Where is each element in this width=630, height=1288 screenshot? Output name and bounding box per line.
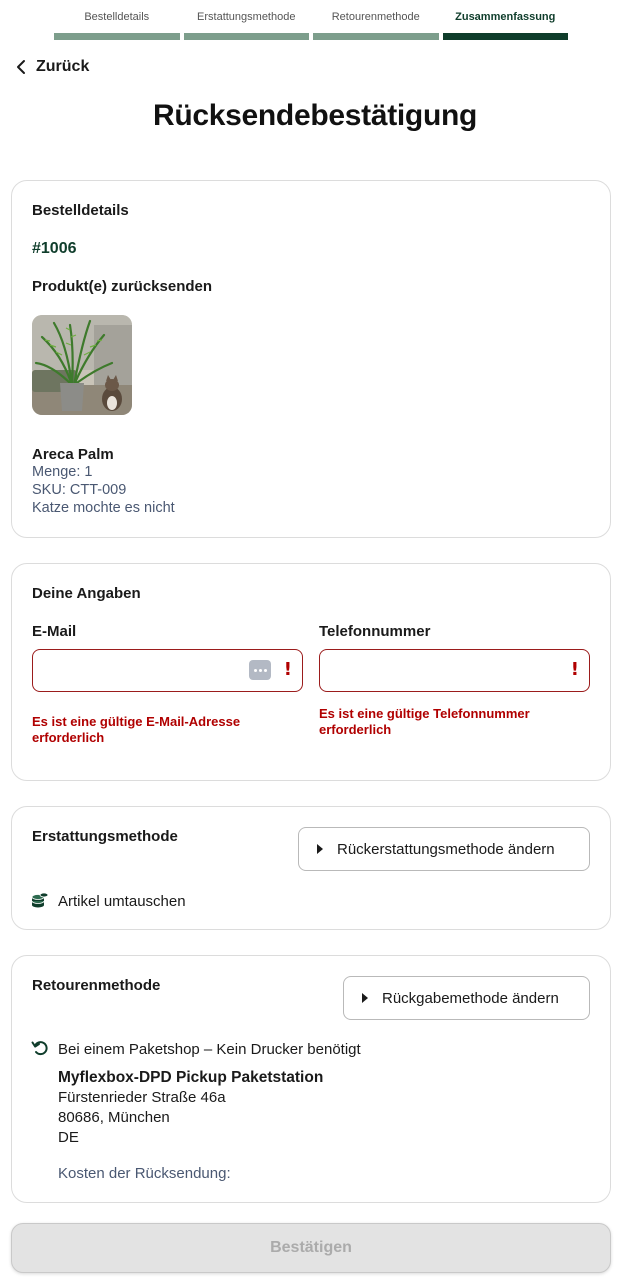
step-label: Erstattungsmethode xyxy=(197,11,296,23)
step-label: Bestelldetails xyxy=(84,11,150,23)
pickup-location-name: Myflexbox-DPD Pickup Paketstation xyxy=(58,1069,324,1086)
step-erstattungsmethode: Erstattungsmethode xyxy=(183,0,309,40)
products-title: Produkt(e) zurücksenden xyxy=(32,278,213,295)
back-button[interactable]: Zurück xyxy=(14,58,89,76)
pickup-country: DE xyxy=(58,1129,79,1146)
info-section-title: Deine Angaben xyxy=(32,585,141,602)
phone-field[interactable] xyxy=(332,660,494,677)
product-image xyxy=(32,315,132,415)
change-return-method-label: Rückgabemethode ändern xyxy=(382,989,559,1007)
step-retourenmethode: Retourenmethode xyxy=(313,0,439,40)
return-arrow-icon xyxy=(31,1041,48,1056)
return-reason: Katze mochte es nicht xyxy=(32,500,175,516)
step-bar xyxy=(442,33,568,40)
caret-right-icon xyxy=(317,844,323,854)
change-refund-method-label: Rückerstattungsmethode ändern xyxy=(337,840,555,858)
refund-section-title: Erstattungsmethode xyxy=(32,828,178,845)
confirm-button[interactable]: Bestätigen xyxy=(11,1223,611,1273)
step-label: Zusammenfassung xyxy=(455,11,556,23)
step-bar xyxy=(183,33,309,40)
phone-error: Es ist eine gültige Telefonnummer erford… xyxy=(319,706,530,737)
order-details-card: Bestelldetails #1006 Produkt(e) zurückse… xyxy=(11,180,611,538)
contact-info-card: Deine Angaben E-Mail ! Es ist eine gülti… xyxy=(11,563,611,781)
order-section-title: Bestelldetails xyxy=(32,202,129,219)
email-field-wrapper: ! xyxy=(32,649,303,692)
pickup-city: 80686, München xyxy=(58,1109,170,1126)
order-number: #1006 xyxy=(32,240,77,257)
error-icon: ! xyxy=(283,659,292,680)
return-method-value: Bei einem Paketshop – Kein Drucker benöt… xyxy=(58,1041,361,1058)
refund-method-value: Artikel umtauschen xyxy=(58,893,186,910)
step-bar xyxy=(313,33,439,40)
change-return-method-button[interactable]: Rückgabemethode ändern xyxy=(343,976,590,1020)
pickup-street: Fürstenrieder Straße 46a xyxy=(58,1089,226,1106)
error-icon: ! xyxy=(570,659,579,680)
step-zusammenfassung: Zusammenfassung xyxy=(442,0,568,40)
product-name: Areca Palm xyxy=(32,446,114,463)
return-section-title: Retourenmethode xyxy=(32,977,161,994)
phone-label: Telefonnummer xyxy=(319,623,431,640)
confirm-label: Bestätigen xyxy=(270,1239,352,1256)
product-sku: SKU: CTT-009 xyxy=(32,482,127,498)
refund-method-card: Erstattungsmethode Rückerstattungsmethod… xyxy=(11,806,611,930)
step-bar xyxy=(54,33,180,40)
return-cost-label: Kosten der Rücksendung: xyxy=(58,1165,231,1182)
step-label: Retourenmethode xyxy=(331,11,420,23)
email-label: E-Mail xyxy=(32,623,77,640)
coins-icon xyxy=(31,892,49,908)
email-error: Es ist eine gültige E-Mail-Adresse erfor… xyxy=(32,714,241,745)
product-quantity: Menge: 1 xyxy=(32,464,93,480)
caret-right-icon xyxy=(362,993,368,1003)
change-refund-method-button[interactable]: Rückerstattungsmethode ändern xyxy=(298,827,590,871)
email-field[interactable] xyxy=(45,660,207,677)
progress-stepper: Bestelldetails Erstattungsmethode Retour… xyxy=(54,0,568,40)
return-method-card: Retourenmethode Rückgabemethode ändern B… xyxy=(11,955,611,1203)
back-label: Zurück xyxy=(36,58,90,75)
password-manager-icon[interactable] xyxy=(249,660,271,680)
phone-field-wrapper: ! xyxy=(319,649,590,692)
step-bestelldetails: Bestelldetails xyxy=(54,0,180,40)
chevron-left-icon xyxy=(17,60,25,74)
page-title: Rücksendebestätigung xyxy=(152,99,478,132)
